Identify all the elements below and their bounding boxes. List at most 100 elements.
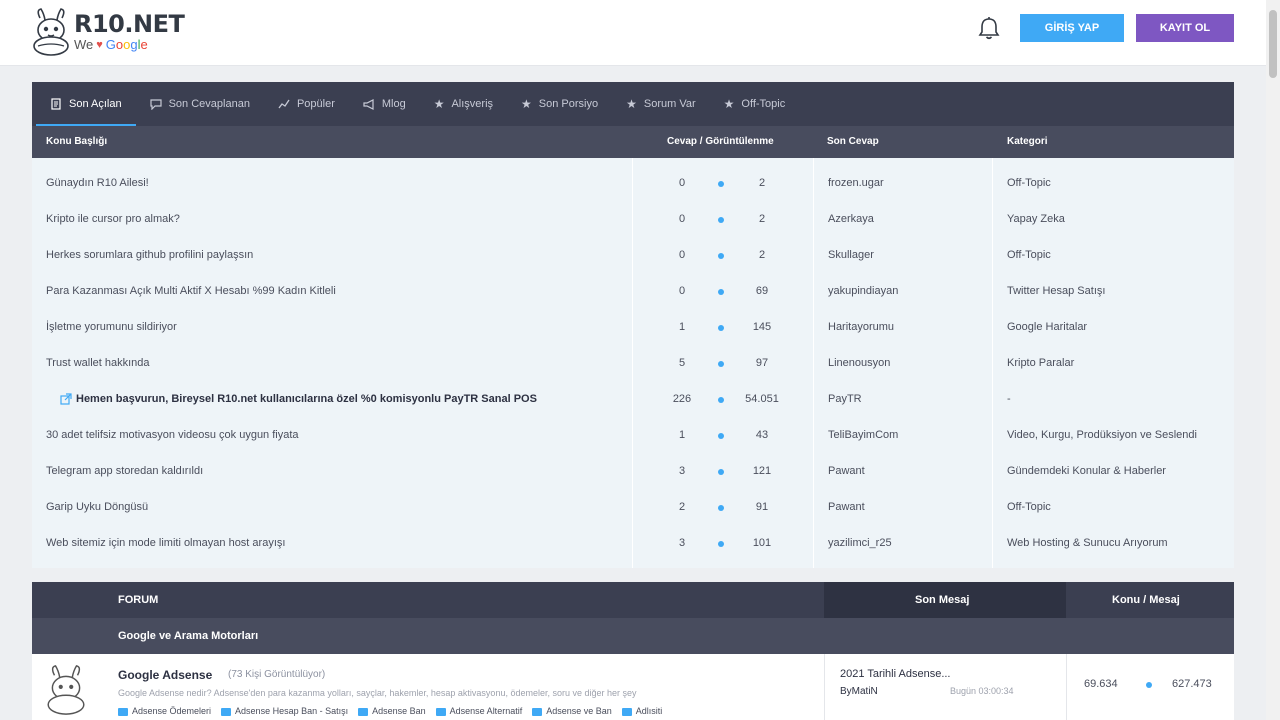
last-reply-user[interactable]: Haritayorumu	[828, 321, 894, 333]
forum-mascot-icon	[47, 665, 85, 715]
notification-bell-icon[interactable]	[978, 16, 1000, 40]
register-button[interactable]: KAYIT OL	[1136, 14, 1234, 42]
subforum-link[interactable]: Adsense Hesap Ban - Satışı	[221, 706, 348, 716]
topic-title[interactable]: Herkes sorumlara github profilini paylaş…	[46, 249, 253, 261]
topic-title[interactable]: Telegram app storedan kaldırıldı	[46, 465, 203, 477]
tab-alisveris[interactable]: ★ Alışveriş	[420, 82, 507, 126]
view-count: 91	[755, 501, 769, 513]
topic-title[interactable]: İşletme yorumunu sildiriyor	[46, 321, 177, 333]
forum-section-header: Google ve Arama Motorları	[32, 618, 1234, 654]
topic-title[interactable]: 30 adet telifsiz motivasyon videosu çok …	[46, 429, 299, 441]
tab-mlog[interactable]: Mlog	[349, 82, 420, 126]
section-title[interactable]: Google ve Arama Motorları	[118, 630, 258, 642]
forum-panel: FORUM Son Mesaj Konu / Mesaj Google ve A…	[32, 582, 1234, 720]
subforum-link[interactable]: Adsense Ödemeleri	[118, 706, 211, 716]
trend-icon	[278, 99, 290, 109]
subforum-link[interactable]: Adlısiti	[621, 706, 662, 716]
forum-header: FORUM Son Mesaj Konu / Mesaj	[32, 582, 1234, 618]
topic-title[interactable]: Web sitemiz için mode limiti olmayan hos…	[46, 537, 285, 549]
login-button[interactable]: GİRİŞ YAP	[1020, 14, 1124, 42]
topic-row[interactable]: Telegram app storedan kaldırıldı 3 121 Pawa…	[32, 454, 1234, 490]
topic-row[interactable]: Para Kazanması Açık Multi Aktif X Hesabı…	[32, 274, 1234, 310]
topic-row[interactable]: Günaydın R10 Ailesi! 0 2 frozen.ugar Off-Top…	[32, 166, 1234, 202]
topic-row[interactable]: Garip Uyku Döngüsü 2 91 Pawant Off-Topic	[32, 490, 1234, 526]
site-header: R10.NET We ♥ Google GİRİŞ YAP KAYIT OL	[0, 0, 1266, 66]
topic-row[interactable]: Hemen başvurun, Bireysel R10.net kullanı…	[32, 382, 1234, 418]
topic-row[interactable]: Kripto ile cursor pro almak? 0 2 Azerkaya Ya…	[32, 202, 1234, 238]
forum-viewers: (73 Kişi Görüntülüyor)	[228, 669, 326, 680]
tab-label: Off-Topic	[741, 98, 786, 110]
tab-sorum-var[interactable]: ★ Sorum Var	[612, 82, 710, 126]
last-reply-user[interactable]: Azerkaya	[828, 213, 874, 225]
topic-title[interactable]: Trust wallet hakkında	[46, 357, 150, 369]
last-reply-user[interactable]: PayTR	[828, 393, 862, 405]
tab-son-acilan[interactable]: Son Açılan	[36, 82, 136, 126]
star-icon: ★	[433, 97, 445, 111]
col-last-message: Son Mesaj	[915, 594, 970, 606]
star-icon: ★	[626, 97, 637, 111]
topic-row[interactable]: İşletme yorumunu sildiriyor 1 145 Haritayor…	[32, 310, 1234, 346]
folder-icon	[621, 707, 632, 716]
stat-dot-icon	[718, 541, 724, 547]
tab-label: Son Cevaplanan	[168, 98, 250, 110]
stat-dot-icon	[718, 181, 724, 187]
scrollbar-thumb[interactable]	[1269, 10, 1277, 78]
reply-count: 1	[678, 321, 686, 333]
view-count: 69	[755, 285, 769, 297]
last-reply-user[interactable]: Skullager	[828, 249, 874, 261]
stat-dot-icon	[718, 217, 724, 223]
topic-title[interactable]: Garip Uyku Döngüsü	[46, 501, 148, 513]
reply-count: 1	[678, 429, 686, 441]
col-title: Konu Başlığı	[46, 136, 108, 147]
view-count: 101	[752, 537, 772, 549]
topic-title[interactable]: Kripto ile cursor pro almak?	[46, 213, 180, 225]
topic-row[interactable]: Trust wallet hakkında 5 97 Linenousyon Kript…	[32, 346, 1234, 382]
topic-category[interactable]: Yapay Zeka	[1007, 213, 1065, 225]
topic-category[interactable]: Off-Topic	[1007, 249, 1051, 261]
tab-off-topic[interactable]: ★ Off-Topic	[710, 82, 800, 126]
last-reply-user[interactable]: yakupindiayan	[828, 285, 898, 297]
subforum-link[interactable]: Adsense Ban	[358, 706, 426, 716]
view-count: 145	[752, 321, 772, 333]
topic-count: 69.634	[1084, 678, 1118, 690]
topic-category[interactable]: Google Haritalar	[1007, 321, 1087, 333]
topic-category[interactable]: Off-Topic	[1007, 177, 1051, 189]
last-reply-user[interactable]: frozen.ugar	[828, 177, 884, 189]
reply-count: 0	[678, 213, 686, 225]
page-scrollbar[interactable]	[1266, 0, 1280, 720]
last-reply-user[interactable]: Pawant	[828, 465, 865, 477]
last-reply-user[interactable]: yazilimci_r25	[828, 537, 892, 549]
reply-count: 5	[678, 357, 686, 369]
last-message-user[interactable]: ByMatiN	[840, 686, 878, 697]
topic-row[interactable]: 30 adet telifsiz motivasyon videosu çok …	[32, 418, 1234, 454]
view-count: 2	[758, 213, 766, 225]
last-message-title[interactable]: 2021 Tarihli Adsense...	[840, 668, 950, 680]
site-logo[interactable]: R10.NET We ♥ Google	[30, 8, 185, 56]
topic-title[interactable]: Hemen başvurun, Bireysel R10.net kullanı…	[76, 393, 537, 405]
folder-icon	[221, 707, 232, 716]
stat-dot-icon	[718, 289, 724, 295]
last-reply-user[interactable]: Linenousyon	[828, 357, 890, 369]
last-reply-user[interactable]: TeliBayimCom	[828, 429, 898, 441]
topic-row[interactable]: Web sitemiz için mode limiti olmayan hos…	[32, 526, 1234, 562]
topic-title[interactable]: Günaydın R10 Ailesi!	[46, 177, 149, 189]
stat-dot-icon	[718, 253, 724, 259]
topic-category[interactable]: -	[1007, 393, 1011, 405]
subforum-link[interactable]: Adsense ve Ban	[532, 706, 612, 716]
tab-label: Alışveriş	[451, 98, 494, 110]
tab-populer[interactable]: Popüler	[264, 82, 349, 126]
subforum-link[interactable]: Adsense Alternatif	[435, 706, 522, 716]
topic-category[interactable]: Web Hosting & Sunucu Arıyorum	[1007, 537, 1168, 549]
tab-son-porsiyo[interactable]: ★ Son Porsiyo	[507, 82, 612, 126]
tab-son-cevaplanan[interactable]: Son Cevaplanan	[136, 82, 264, 126]
topic-category[interactable]: Video, Kurgu, Prodüksiyon ve Seslendi	[1007, 429, 1197, 441]
topic-category[interactable]: Twitter Hesap Satışı	[1007, 285, 1105, 297]
topic-row[interactable]: Herkes sorumlara github profilini paylaş…	[32, 238, 1234, 274]
topic-category[interactable]: Kripto Paralar	[1007, 357, 1074, 369]
topic-title[interactable]: Para Kazanması Açık Multi Aktif X Hesabı…	[46, 285, 336, 297]
star-icon: ★	[723, 97, 735, 111]
forum-title[interactable]: Google Adsense	[118, 668, 212, 682]
topic-category[interactable]: Off-Topic	[1007, 501, 1051, 513]
topic-category[interactable]: Gündemdeki Konular & Haberler	[1007, 465, 1166, 477]
last-reply-user[interactable]: Pawant	[828, 501, 865, 513]
